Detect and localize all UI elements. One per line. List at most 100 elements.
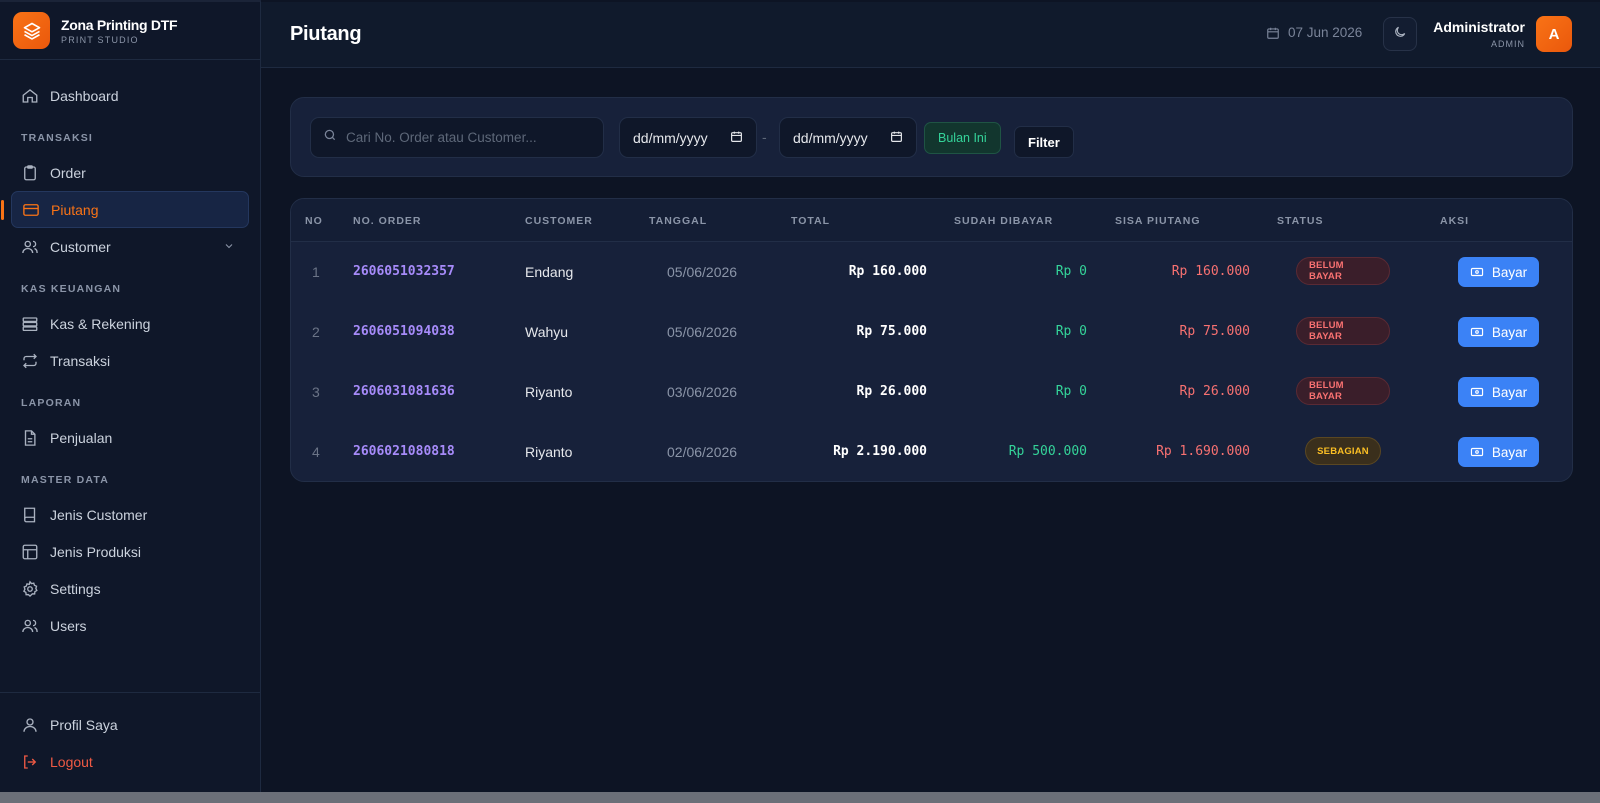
- wallet-icon: [1470, 265, 1484, 279]
- row-number: 3: [312, 384, 320, 400]
- order-number-link[interactable]: 2606021080818: [353, 444, 455, 459]
- table-row: 1 2606051032357 Endang 05/06/2026 Rp 160…: [291, 242, 1572, 302]
- total-amount: Rp 2.190.000: [833, 444, 927, 459]
- column-header-order: NO. ORDER: [353, 215, 422, 227]
- database-icon: [21, 315, 39, 333]
- wallet-icon: [1470, 325, 1484, 339]
- pay-button-label: Bayar: [1491, 384, 1528, 400]
- remaining-amount: Rp 160.000: [1171, 264, 1250, 279]
- top-header: Piutang 07 Jun 2026 Administrator ADMIN …: [261, 2, 1600, 68]
- brand-name: Zona Printing DTF: [61, 16, 178, 33]
- search-box[interactable]: [310, 117, 604, 158]
- calendar-icon: [890, 130, 903, 146]
- chevron-down-icon: [223, 239, 235, 255]
- column-header-action: AKSI: [1440, 215, 1470, 227]
- this-month-button[interactable]: Bulan Ini: [924, 122, 1001, 154]
- status-badge: BELUM BAYAR: [1296, 317, 1390, 345]
- sidebar-item-transaksi[interactable]: Transaksi: [0, 342, 249, 379]
- sidebar: Zona Printing DTF PRINT STUDIO Dashboard…: [0, 0, 261, 792]
- layers-logo-icon: [13, 12, 50, 49]
- order-date: 03/06/2026: [667, 384, 738, 400]
- sidebar-item-label: Profil Saya: [50, 716, 118, 733]
- paid-amount: Rp 500.000: [1008, 444, 1087, 459]
- section-label-master: MASTER DATA: [21, 474, 110, 486]
- column-header-paid: SUDAH DIBAYAR: [954, 215, 1054, 227]
- pay-button[interactable]: Bayar: [1458, 437, 1539, 467]
- moon-icon: [1393, 25, 1407, 44]
- sidebar-item-label: Dashboard: [50, 87, 119, 104]
- order-number-link[interactable]: 2606051094038: [353, 324, 455, 339]
- user-icon: [21, 716, 39, 734]
- status-badge: BELUM BAYAR: [1296, 377, 1390, 405]
- sidebar-item-jenis-produksi[interactable]: Jenis Produksi: [0, 533, 249, 570]
- pay-button-label: Bayar: [1491, 444, 1528, 460]
- pay-button[interactable]: Bayar: [1458, 317, 1539, 347]
- gear-icon: [21, 580, 39, 598]
- sidebar-item-label: Logout: [50, 753, 93, 770]
- sidebar-item-label: Jenis Produksi: [50, 543, 142, 560]
- brand-subtitle: PRINT STUDIO: [61, 34, 139, 45]
- home-icon: [21, 87, 39, 105]
- sidebar-item-kas-rekening[interactable]: Kas & Rekening: [0, 305, 249, 342]
- sidebar-item-order[interactable]: Order: [0, 154, 249, 191]
- customer-name: Endang: [525, 264, 574, 280]
- remaining-amount: Rp 75.000: [1179, 324, 1250, 339]
- table-header: NO NO. ORDER CUSTOMER TANGGAL TOTAL SUDA…: [291, 199, 1572, 242]
- row-number: 1: [312, 264, 320, 280]
- sidebar-item-label: Kas & Rekening: [50, 315, 151, 332]
- book-icon: [21, 506, 39, 524]
- sidebar-item-label: Piutang: [51, 201, 99, 218]
- column-header-customer: CUSTOMER: [525, 215, 593, 227]
- sidebar-item-dashboard[interactable]: Dashboard: [0, 77, 249, 114]
- order-date: 05/06/2026: [667, 324, 738, 340]
- sidebar-item-label: Settings: [50, 580, 101, 597]
- total-amount: Rp 75.000: [856, 324, 927, 339]
- date-to-input[interactable]: dd/mm/yyyy: [779, 117, 917, 158]
- credit-card-icon: [22, 201, 40, 219]
- pay-button-label: Bayar: [1491, 264, 1528, 280]
- paid-amount: Rp 0: [1055, 324, 1087, 339]
- repeat-icon: [21, 352, 39, 370]
- sidebar-item-label: Customer: [50, 238, 111, 255]
- sidebar-item-jenis-customer[interactable]: Jenis Customer: [0, 496, 249, 533]
- sidebar-item-logout[interactable]: Logout: [0, 743, 249, 780]
- section-label-transaksi: TRANSAKSI: [21, 132, 94, 144]
- sidebar-item-users[interactable]: Users: [0, 607, 249, 644]
- sidebar-item-penjualan[interactable]: Penjualan: [0, 419, 249, 456]
- calendar-icon: [1266, 26, 1280, 40]
- remaining-amount: Rp 1.690.000: [1156, 444, 1250, 459]
- column-header-no: NO: [305, 215, 323, 227]
- sidebar-item-label: Penjualan: [50, 429, 113, 446]
- pay-button[interactable]: Bayar: [1458, 377, 1539, 407]
- order-number-link[interactable]: 2606051032357: [353, 264, 455, 279]
- status-badge: SEBAGIAN: [1305, 437, 1381, 465]
- taskbar-strip: [0, 792, 1600, 803]
- date-range-separator: -: [762, 129, 767, 145]
- theme-toggle-button[interactable]: [1383, 17, 1417, 51]
- layout-icon: [21, 543, 39, 561]
- order-number-link[interactable]: 2606031081636: [353, 384, 455, 399]
- filter-button[interactable]: Filter: [1014, 126, 1074, 158]
- paid-amount: Rp 0: [1055, 384, 1087, 399]
- column-header-total: TOTAL: [791, 215, 831, 227]
- sidebar-item-piutang[interactable]: Piutang: [1, 191, 249, 228]
- column-header-remaining: SISA PIUTANG: [1115, 215, 1201, 227]
- avatar[interactable]: A: [1536, 16, 1572, 52]
- sidebar-item-label: Transaksi: [50, 352, 111, 369]
- receivables-table: NO NO. ORDER CUSTOMER TANGGAL TOTAL SUDA…: [290, 198, 1573, 482]
- paid-amount: Rp 0: [1055, 264, 1087, 279]
- date-from-input[interactable]: dd/mm/yyyy: [619, 117, 757, 158]
- brand: Zona Printing DTF PRINT STUDIO: [0, 2, 260, 60]
- sidebar-item-profile[interactable]: Profil Saya: [0, 706, 249, 743]
- column-header-status: STATUS: [1277, 215, 1324, 227]
- sidebar-item-settings[interactable]: Settings: [0, 570, 249, 607]
- pay-button[interactable]: Bayar: [1458, 257, 1539, 287]
- search-input[interactable]: [346, 130, 586, 145]
- column-header-date: TANGGAL: [649, 215, 708, 227]
- search-icon: [323, 128, 337, 147]
- date-from-value: dd/mm/yyyy: [633, 129, 708, 146]
- customer-name: Wahyu: [525, 324, 569, 340]
- sidebar-item-customer[interactable]: Customer: [0, 228, 249, 265]
- users-icon: [21, 238, 39, 256]
- clipboard-icon: [21, 164, 39, 182]
